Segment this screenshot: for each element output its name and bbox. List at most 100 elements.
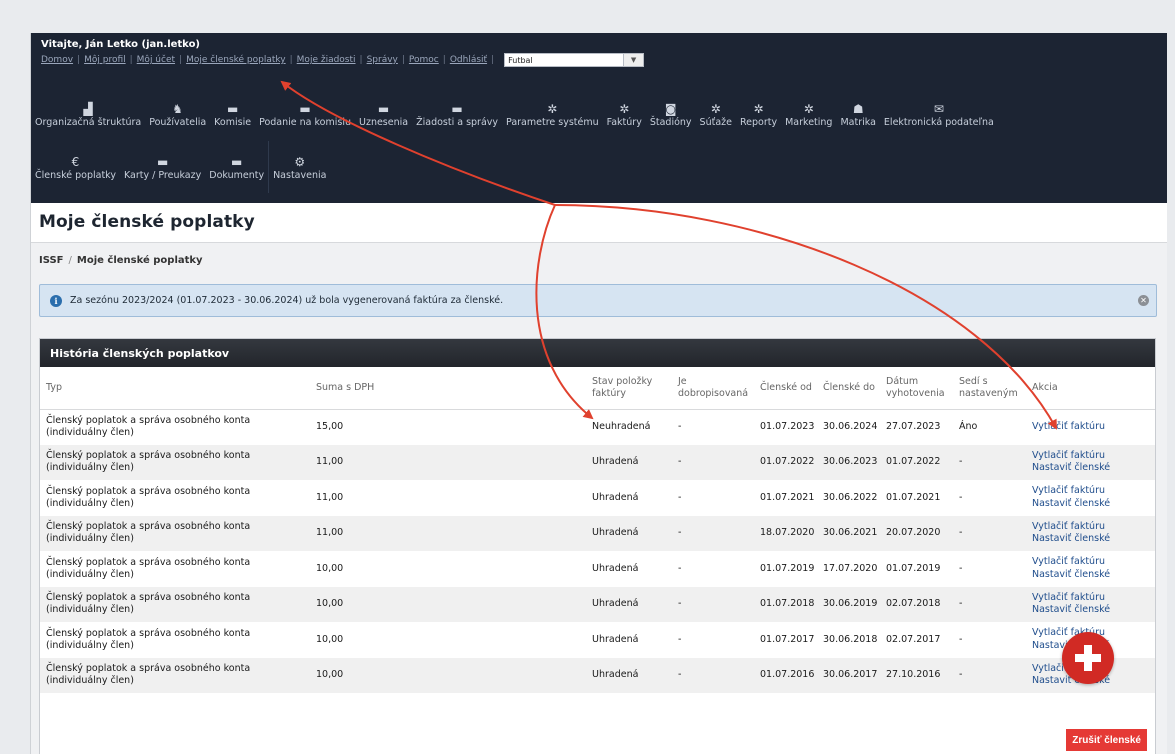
print-invoice-link[interactable]: Vytlačiť faktúru <box>1032 421 1152 433</box>
menu-item-nastavenia[interactable]: ⚙ Nastavenia <box>269 141 330 193</box>
menu-item-karty-preukazy[interactable]: ▬ Karty / Preukazy <box>120 141 205 193</box>
status-cell: Uhradená <box>592 598 639 610</box>
separator: | <box>491 55 495 65</box>
registry-icon: ☗ <box>852 101 864 116</box>
folder-icon: ▬ <box>299 101 311 116</box>
top-navigation: Vitajte, Ján Letko (jan.letko) Domov | Mô… <box>31 33 1167 203</box>
print-invoice-link[interactable]: Vytlačiť faktúru <box>1032 485 1152 497</box>
set-membership-link[interactable]: Nastaviť členské <box>1032 462 1152 474</box>
set-membership-link[interactable]: Nastaviť členské <box>1032 533 1152 545</box>
menu-item--lensk-poplatky[interactable]: € Členské poplatky <box>31 141 120 193</box>
credit-note-cell: - <box>678 633 682 645</box>
print-invoice-link[interactable]: Vytlačiť faktúru <box>1032 521 1152 533</box>
type-cell: Členský poplatok a správa osobného konta… <box>46 556 251 580</box>
action-cell: Vytlačiť faktúru <box>1029 409 1155 445</box>
column-header-amount[interactable]: Suma s DPH <box>313 367 589 410</box>
outer-background <box>0 0 1175 33</box>
link-requests[interactable]: Moje žiadosti <box>297 55 356 65</box>
breadcrumb-separator: / <box>68 255 72 266</box>
link-profile[interactable]: Môj profil <box>84 55 126 65</box>
link-logout[interactable]: Odhlásiť <box>450 55 487 65</box>
print-invoice-link[interactable]: Vytlačiť faktúru <box>1032 450 1152 462</box>
link-messages[interactable]: Správy <box>367 55 398 65</box>
envelope-icon: ✉ <box>933 101 944 116</box>
credit-note-cell: - <box>678 421 682 433</box>
action-cell: Vytlačiť faktúruNastaviť členské <box>1029 551 1155 587</box>
folder-icon: ▬ <box>377 101 390 116</box>
status-cell: Uhradená <box>592 527 639 539</box>
menu-item-label: Elektronická podateľna <box>883 116 994 128</box>
menu-item-label: Reporty <box>739 116 778 128</box>
to-cell: 30.06.2019 <box>823 598 878 610</box>
menu-item-pou-vatelia[interactable]: ♞ Používatelia <box>145 88 210 140</box>
close-icon[interactable]: ✕ <box>1138 295 1149 306</box>
menu-item-organiza-n-trukt-ra[interactable]: ▟ Organizačná štruktúra <box>31 88 145 140</box>
menu-item-komisie[interactable]: ▬ Komisie <box>210 88 255 140</box>
issue-date-cell: 01.07.2021 <box>886 491 941 503</box>
column-header-credit-note[interactable]: Je dobropisovaná <box>675 367 757 410</box>
amount-cell: 11,00 <box>316 527 344 539</box>
from-cell: 01.07.2016 <box>760 669 815 681</box>
column-header-issue-date[interactable]: Dátum vyhotovenia <box>883 367 956 410</box>
menu-item--iadosti-a-spr-vy[interactable]: ▬ Žiadosti a správy <box>412 88 502 140</box>
alert-text: Za sezónu 2023/2024 (01.07.2023 - 30.06.… <box>70 295 504 306</box>
set-membership-link[interactable]: Nastaviť členské <box>1032 498 1152 510</box>
table-row: Členský poplatok a správa osobného konta… <box>40 515 1155 551</box>
credit-note-cell: - <box>678 562 682 574</box>
gears-icon: ✲ <box>753 101 764 116</box>
chevron-down-icon[interactable]: ▼ <box>623 54 644 66</box>
menu-item-label: Nastavenia <box>273 169 327 181</box>
separator: | <box>401 55 405 65</box>
link-my-fees[interactable]: Moje členské poplatky <box>186 55 286 65</box>
menu-item-elektronick-podate-na[interactable]: ✉ Elektronická podateľna <box>880 88 998 140</box>
breadcrumb-current: Moje členské poplatky <box>76 255 203 266</box>
menu-item-dokumenty[interactable]: ▬ Dokumenty <box>205 141 270 193</box>
to-cell: 30.06.2024 <box>823 421 878 433</box>
issue-date-cell: 20.07.2020 <box>886 527 941 539</box>
print-invoice-link[interactable]: Vytlačiť faktúru <box>1032 592 1152 604</box>
folder-icon: ▬ <box>226 101 239 116</box>
menu-item-s-a-e[interactable]: ✲ Súťaže <box>696 88 736 140</box>
column-header-from[interactable]: Členské od <box>757 367 820 410</box>
from-cell: 01.07.2023 <box>760 421 815 433</box>
amount-cell: 11,00 <box>316 491 344 503</box>
status-cell: Uhradená <box>592 562 639 574</box>
column-header-to[interactable]: Členské do <box>820 367 883 410</box>
column-header-status[interactable]: Stav položky faktúry <box>589 367 675 410</box>
menu-item--tadi-ny[interactable]: ◙ Štadióny <box>646 88 696 140</box>
table-row: Členský poplatok a správa osobného konta… <box>40 480 1155 516</box>
cancel-membership-button[interactable]: Zrušiť členské <box>1066 729 1147 751</box>
menu-item-matrika[interactable]: ☗ Matrika <box>836 88 879 140</box>
menu-item-parametre-syst-mu[interactable]: ✲ Parametre systému <box>502 88 603 140</box>
amount-cell: 15,00 <box>316 421 344 433</box>
table-header-row: Typ Suma s DPH Stav položky faktúry Je d… <box>40 367 1155 410</box>
type-cell: Členský poplatok a správa osobného konta… <box>46 521 251 545</box>
menu-item-label: Žiadosti a správy <box>416 116 499 128</box>
link-help[interactable]: Pomoc <box>409 55 439 65</box>
column-header-matches-setting[interactable]: Sedí s nastaveným <box>956 367 1029 410</box>
link-home[interactable]: Domov <box>41 55 73 65</box>
to-cell: 30.06.2021 <box>823 527 878 539</box>
separator: | <box>77 55 81 65</box>
from-cell: 01.07.2022 <box>760 456 815 468</box>
menu-item-uznesenia[interactable]: ▬ Uznesenia <box>355 88 412 140</box>
menu-item-reporty[interactable]: ✲ Reporty <box>736 88 781 140</box>
menu-item-podanie-na-komisiu[interactable]: ▬ Podanie na komisiu <box>255 88 355 140</box>
menu-item-marketing[interactable]: ✲ Marketing <box>781 88 836 140</box>
gears-icon: ✲ <box>619 101 630 116</box>
column-header-type[interactable]: Typ <box>40 367 313 410</box>
menu-item-label: Komisie <box>214 116 252 128</box>
credit-note-cell: - <box>678 491 682 503</box>
to-cell: 30.06.2023 <box>823 456 878 468</box>
credit-note-cell: - <box>678 456 682 468</box>
breadcrumb-root[interactable]: ISSF <box>39 255 64 266</box>
set-membership-link[interactable]: Nastaviť členské <box>1032 569 1152 581</box>
menu-item-label: Podanie na komisiu <box>259 116 351 128</box>
menu-item-fakt-ry[interactable]: ✲ Faktúry <box>603 88 646 140</box>
link-account[interactable]: Môj účet <box>137 55 175 65</box>
set-membership-link[interactable]: Nastaviť členské <box>1032 604 1152 616</box>
sport-select[interactable]: Futbal ▼ <box>504 53 645 67</box>
print-invoice-link[interactable]: Vytlačiť faktúru <box>1032 556 1152 568</box>
floating-add-button[interactable] <box>1062 632 1114 684</box>
column-header-action: Akcia <box>1029 367 1155 410</box>
